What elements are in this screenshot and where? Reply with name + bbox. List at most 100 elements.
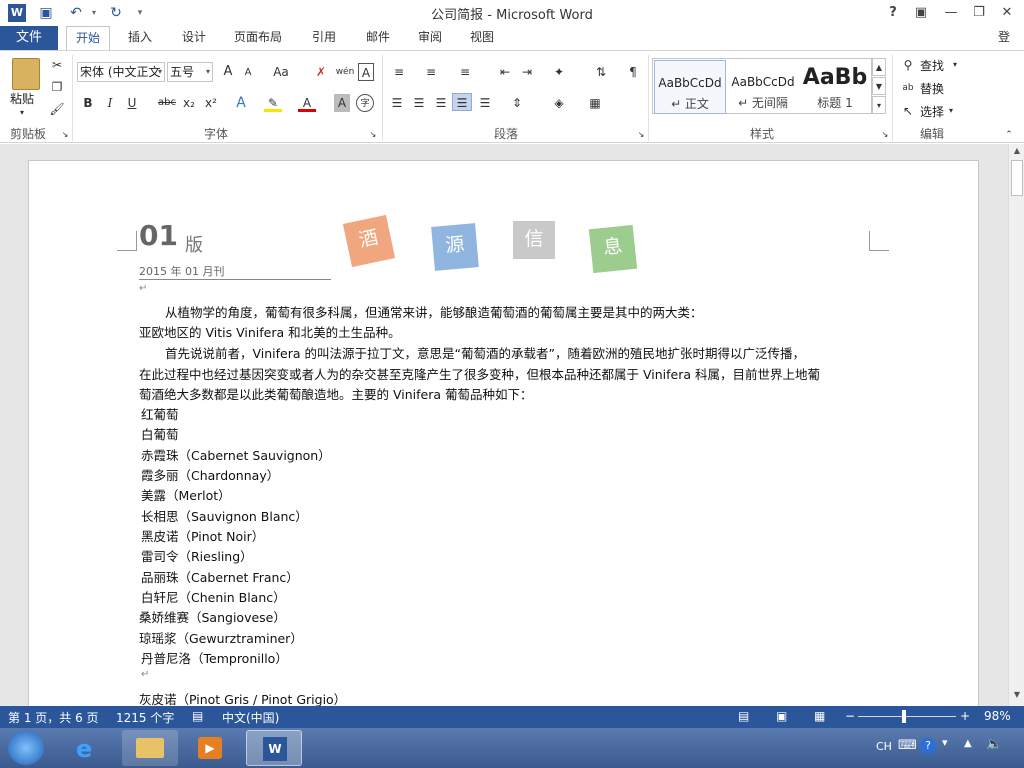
- media-taskbar-button[interactable]: ▶: [182, 730, 238, 766]
- styles-scroll-down-icon[interactable]: ▼: [872, 77, 886, 95]
- zoom-out-icon[interactable]: −: [845, 709, 855, 723]
- restore-icon[interactable]: ❐: [966, 2, 992, 24]
- styles-scroll-up-icon[interactable]: ▲: [872, 58, 886, 76]
- sort-icon[interactable]: ⇅: [592, 63, 610, 81]
- help-icon[interactable]: ?: [920, 738, 936, 754]
- highlight-icon[interactable]: ✎: [264, 94, 282, 112]
- change-case-button[interactable]: Aa: [270, 63, 292, 81]
- align-left-icon[interactable]: ☰: [388, 94, 406, 112]
- phonetic-guide-button[interactable]: wén: [334, 63, 356, 81]
- scroll-thumb[interactable]: [1011, 160, 1023, 196]
- volume-icon[interactable]: 🔈: [986, 737, 1002, 752]
- align-right-icon[interactable]: ☰: [432, 94, 450, 112]
- format-painter-icon[interactable]: 🖌: [48, 100, 66, 118]
- ie-taskbar-button[interactable]: e: [62, 730, 118, 766]
- proofing-icon[interactable]: ▤: [192, 709, 203, 723]
- tab-design[interactable]: 设计: [178, 26, 210, 50]
- font-size-combo[interactable]: 五号 ▾: [167, 62, 213, 82]
- tab-review[interactable]: 审阅: [414, 26, 446, 50]
- strikethrough-button[interactable]: abc: [156, 94, 178, 112]
- chevron-down-icon[interactable]: ▾: [158, 63, 162, 81]
- zoom-slider[interactable]: [858, 716, 956, 717]
- multilevel-list-icon[interactable]: ≡: [454, 63, 476, 81]
- paste-icon[interactable]: [12, 58, 40, 90]
- decrease-indent-icon[interactable]: ⇤: [496, 63, 514, 81]
- numbering-icon[interactable]: ≡: [420, 63, 442, 81]
- zoom-slider-thumb[interactable]: [902, 710, 906, 723]
- bold-button[interactable]: B: [80, 94, 96, 112]
- scroll-down-icon[interactable]: ▼: [1011, 690, 1023, 702]
- close-icon[interactable]: ✕: [994, 2, 1020, 24]
- scroll-up-icon[interactable]: ▲: [1011, 146, 1023, 158]
- asian-layout-icon[interactable]: ✦: [548, 63, 570, 81]
- tab-references[interactable]: 引用: [308, 26, 340, 50]
- chevron-down-icon[interactable]: ▾: [206, 63, 210, 81]
- select-icon[interactable]: ↖: [900, 102, 916, 120]
- style-no-spacing[interactable]: AaBbCcDd ↵ 无间隔: [727, 60, 799, 114]
- style-heading1[interactable]: AaBb 标题 1: [799, 60, 871, 114]
- enclose-char-button[interactable]: 字: [356, 94, 374, 112]
- help-button[interactable]: ?: [880, 2, 906, 24]
- replace-icon[interactable]: ab: [900, 79, 916, 97]
- line-spacing-icon[interactable]: ⇕: [506, 94, 528, 112]
- document-page[interactable]: 01 版 2015 年 01 月刊 酒 源 信 息 ↵ 从植物学的角度，葡萄有很…: [28, 160, 979, 706]
- ribbon-display-icon[interactable]: ▣: [908, 2, 934, 24]
- vertical-scrollbar[interactable]: ▲ ▼: [1008, 144, 1024, 706]
- word-taskbar-button[interactable]: W: [246, 730, 302, 766]
- tab-layout[interactable]: 页面布局: [230, 26, 286, 50]
- show-marks-icon[interactable]: ¶: [624, 63, 642, 81]
- replace-button[interactable]: 替换: [920, 80, 944, 97]
- tab-insert[interactable]: 插入: [124, 26, 156, 50]
- input-language[interactable]: CH: [876, 740, 892, 753]
- print-layout-icon[interactable]: ▣: [776, 709, 787, 723]
- tab-file[interactable]: 文件: [0, 26, 58, 50]
- styles-launcher-icon[interactable]: ↘: [880, 126, 890, 144]
- text-effects-icon[interactable]: A: [232, 94, 250, 112]
- increase-indent-icon[interactable]: ⇥: [518, 63, 536, 81]
- font-name-combo[interactable]: 宋体 (中文正文 ▾: [77, 62, 165, 82]
- char-shading-button[interactable]: A: [334, 94, 350, 112]
- superscript-button[interactable]: x²: [202, 94, 220, 112]
- align-center-icon[interactable]: ☰: [410, 94, 428, 112]
- bullets-icon[interactable]: ≡: [388, 63, 410, 81]
- web-layout-icon[interactable]: ▦: [814, 709, 825, 723]
- shrink-font-button[interactable]: A: [241, 64, 255, 82]
- options-icon[interactable]: ▾: [942, 736, 948, 749]
- login-link[interactable]: 登录: [994, 26, 1024, 66]
- cut-icon[interactable]: ✂: [48, 56, 66, 74]
- font-color-icon[interactable]: A: [298, 94, 316, 112]
- zoom-level[interactable]: 98%: [984, 709, 1011, 723]
- justify-icon[interactable]: ☰: [452, 93, 472, 111]
- chevron-down-icon[interactable]: ▾: [950, 56, 960, 74]
- underline-button[interactable]: U: [124, 94, 140, 112]
- keyboard-icon[interactable]: ⌨: [898, 738, 917, 753]
- explorer-taskbar-button[interactable]: [122, 730, 178, 766]
- paste-dropdown-icon[interactable]: ▾: [20, 104, 24, 122]
- tab-home[interactable]: 开始: [66, 26, 110, 51]
- chevron-down-icon[interactable]: ▾: [946, 102, 956, 120]
- paragraph-launcher-icon[interactable]: ↘: [636, 126, 646, 144]
- grow-font-button[interactable]: A: [220, 63, 236, 81]
- clear-format-icon[interactable]: ✗: [312, 63, 330, 81]
- start-button-icon[interactable]: [8, 731, 44, 765]
- tab-view[interactable]: 视图: [466, 26, 498, 50]
- page-count[interactable]: 第 1 页，共 6 页: [8, 709, 99, 726]
- distributed-icon[interactable]: ☰: [476, 94, 494, 112]
- minimize-icon[interactable]: —: [938, 2, 964, 24]
- find-icon[interactable]: ⚲: [900, 56, 916, 74]
- styles-more-icon[interactable]: ▾: [872, 96, 886, 114]
- tab-mailings[interactable]: 邮件: [362, 26, 394, 50]
- find-button[interactable]: 查找: [920, 57, 944, 74]
- tray-expand-icon[interactable]: ▲: [964, 738, 972, 749]
- borders-icon[interactable]: ▦: [584, 94, 606, 112]
- clipboard-launcher-icon[interactable]: ↘: [60, 126, 70, 144]
- collapse-ribbon-icon[interactable]: ⌃: [1002, 126, 1016, 144]
- font-launcher-icon[interactable]: ↘: [368, 126, 378, 144]
- shading-icon[interactable]: ◈: [548, 94, 570, 112]
- zoom-in-icon[interactable]: +: [960, 709, 970, 723]
- read-mode-icon[interactable]: ▤: [738, 709, 749, 723]
- copy-icon[interactable]: ❐: [48, 78, 66, 96]
- subscript-button[interactable]: x₂: [180, 94, 198, 112]
- language[interactable]: 中文(中国): [222, 709, 279, 726]
- char-border-button[interactable]: A: [358, 63, 374, 81]
